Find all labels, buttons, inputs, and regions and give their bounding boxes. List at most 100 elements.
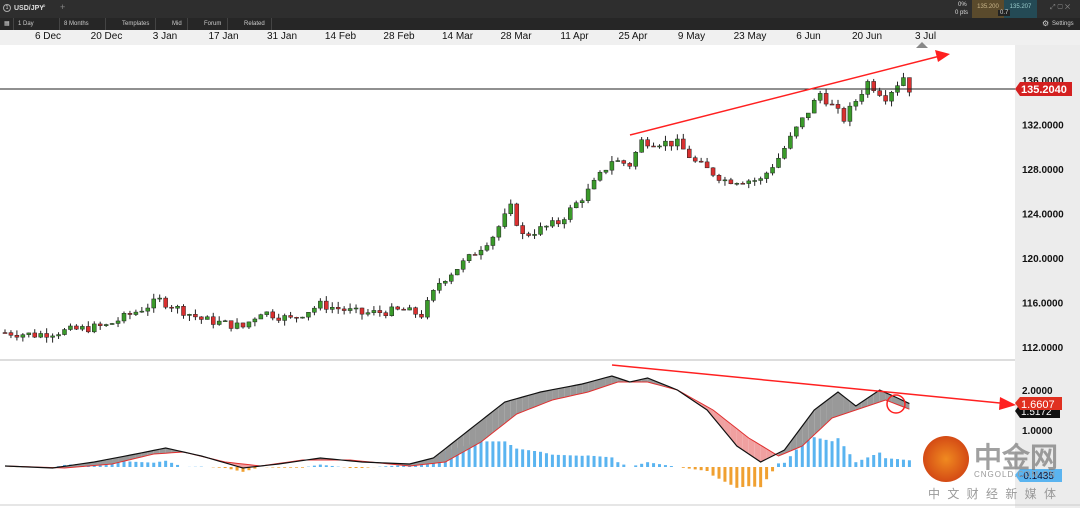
histogram-bar [634,465,638,467]
candle [68,325,73,330]
histogram-bar [509,445,513,467]
histogram-bar [515,448,519,467]
candle [633,152,638,167]
candle [216,320,222,325]
candle [199,316,204,320]
histogram-bar [354,467,358,468]
candle [710,167,716,176]
histogram-bar [866,457,870,467]
histogram-bar [896,459,899,467]
candle [252,318,258,323]
candle [419,313,424,318]
histogram-bar [699,467,703,471]
candle [800,117,805,128]
candle [169,306,174,309]
macd-fill [516,397,523,414]
macd-fill [510,398,517,419]
histogram-bar [711,467,715,476]
histogram-bar [735,467,739,488]
histogram-bar [360,467,364,468]
candle [544,225,549,228]
histogram-bar [539,451,542,467]
candle [365,312,371,315]
histogram-bar [574,455,578,467]
histogram-bar [782,462,786,467]
candle [663,140,668,147]
candle [103,324,109,326]
candle [901,77,906,86]
histogram-bar [146,462,150,467]
histogram-bar [818,438,822,467]
candle [877,90,882,96]
histogram-bar [289,467,293,468]
candle [508,203,513,215]
histogram-bar [544,453,548,467]
histogram-bar [705,467,709,471]
candle [764,172,769,179]
candle [847,105,853,122]
histogram-bar [890,458,894,467]
candle [817,93,823,101]
chart-canvas[interactable]: 136.0000132.0000128.0000124.0000120.0000… [0,0,1080,508]
histogram-bar [562,455,566,467]
candle [597,171,603,181]
histogram-bar [223,467,227,469]
histogram-bar [771,467,775,472]
histogram-bar [622,464,626,467]
candle [591,179,597,190]
y-tick-label: 2.0000 [1022,386,1053,397]
histogram-bar [663,465,667,467]
histogram-bar [580,455,584,467]
histogram-bar [485,441,489,467]
candle [353,307,359,310]
candle [282,315,287,321]
histogram-bar [640,463,644,467]
histogram-bar [503,441,507,467]
histogram-bar [884,458,888,467]
histogram-bar [217,467,221,468]
candle [550,220,555,227]
candle [246,321,252,328]
candle [32,332,37,338]
histogram-bar [497,441,501,467]
histogram-bar [134,461,138,467]
candle [8,332,14,336]
candle [264,311,270,315]
candle [562,219,567,225]
histogram-bar [229,467,233,470]
candle [776,157,781,168]
candle [205,316,210,320]
candle [585,188,591,201]
histogram-bar [604,456,608,467]
candle [526,233,531,236]
candle [603,169,609,173]
watermark-tagline: 中 文 财 经 新 媒 体 [928,487,1059,501]
histogram-bar [616,462,620,467]
histogram-bar [765,467,769,480]
y-tick-label: 132.0000 [1022,121,1064,132]
candle [692,157,698,162]
candle [56,334,61,337]
candle [211,316,216,325]
candle [347,308,353,311]
candle [681,138,686,150]
candle [181,306,186,316]
y-tick-label: 112.0000 [1022,343,1064,354]
candle [431,290,436,301]
candle [395,306,400,310]
candle [645,139,650,147]
histogram-bar [907,460,911,467]
candle [865,81,870,95]
histogram-bar [741,467,745,487]
candle [568,207,573,220]
candle [627,163,632,167]
histogram-bar [646,462,650,467]
histogram-bar [164,460,168,467]
candle [466,254,472,261]
candle [716,175,722,181]
histogram-bar [366,467,370,468]
scroll-marker-icon [916,42,928,48]
candle [823,93,829,105]
candle [573,202,579,209]
candle [133,311,139,315]
